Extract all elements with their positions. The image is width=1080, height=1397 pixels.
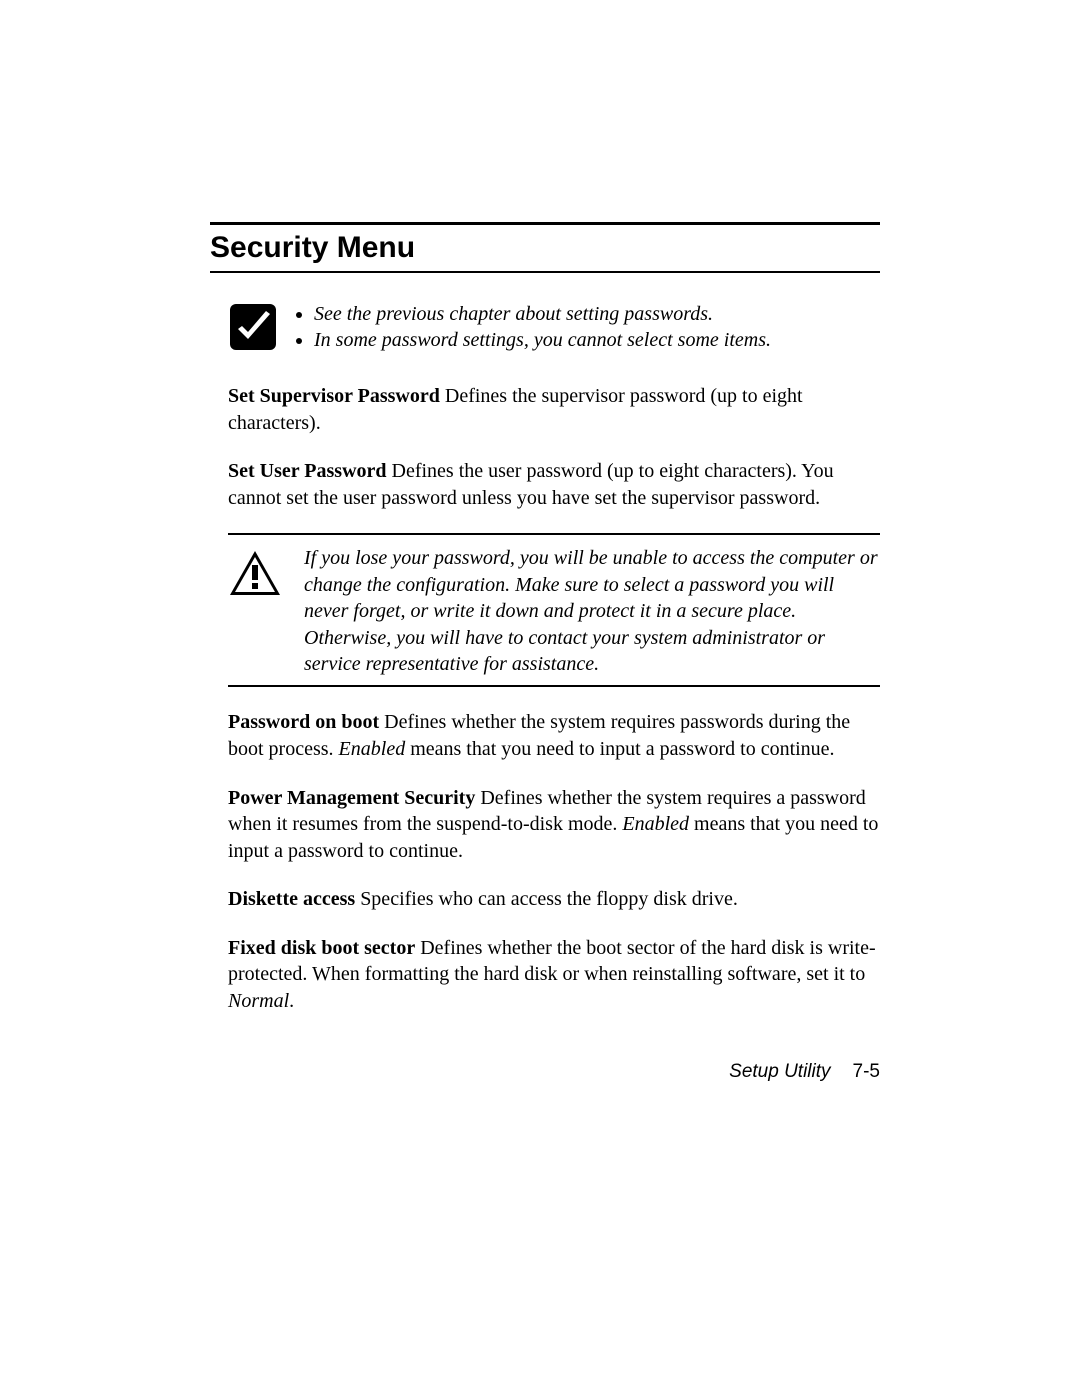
term: Password on boot bbox=[228, 711, 379, 733]
term: Set Supervisor Password bbox=[228, 385, 440, 407]
note-callout: See the previous chapter about setting p… bbox=[230, 301, 880, 353]
heading-bottom-rule bbox=[210, 271, 880, 273]
text: Specifies who can access the floppy disk… bbox=[355, 888, 738, 910]
note-list: See the previous chapter about setting p… bbox=[294, 301, 771, 353]
paragraph-set-supervisor: Set Supervisor Password Defines the supe… bbox=[228, 383, 880, 436]
checkmark-icon bbox=[230, 304, 276, 350]
warning-callout: If you lose your password, you will be u… bbox=[228, 533, 880, 687]
paragraph-power-management: Power Management Security Defines whethe… bbox=[228, 785, 880, 865]
emphasis: Enabled bbox=[339, 738, 406, 760]
title-block: Security Menu bbox=[210, 222, 880, 273]
emphasis: Normal bbox=[228, 990, 289, 1012]
paragraph-diskette-access: Diskette access Specifies who can access… bbox=[228, 886, 880, 913]
heading-top-rule bbox=[210, 222, 880, 225]
warning-row: If you lose your password, you will be u… bbox=[228, 535, 880, 685]
text: . bbox=[289, 990, 294, 1012]
emphasis: Enabled bbox=[622, 813, 689, 835]
footer-label: Setup Utility bbox=[729, 1061, 830, 1082]
note-item: In some password settings, you cannot se… bbox=[314, 327, 771, 353]
page-heading: Security Menu bbox=[210, 231, 880, 265]
note-item: See the previous chapter about setting p… bbox=[314, 301, 771, 327]
paragraph-password-on-boot: Password on boot Defines whether the sys… bbox=[228, 709, 880, 762]
warning-icon bbox=[228, 549, 282, 597]
page-footer: Setup Utility 7-5 bbox=[729, 1061, 880, 1083]
document-page: Security Menu See the previous chapter a… bbox=[0, 0, 1080, 1397]
warning-bottom-rule bbox=[228, 685, 880, 687]
footer-page-number: 7-5 bbox=[853, 1061, 880, 1082]
term: Power Management Security bbox=[228, 787, 475, 809]
warning-text: If you lose your password, you will be u… bbox=[304, 545, 880, 677]
term: Set User Password bbox=[228, 460, 387, 482]
term: Diskette access bbox=[228, 888, 355, 910]
paragraph-fixed-disk: Fixed disk boot sector Defines whether t… bbox=[228, 935, 880, 1015]
paragraph-set-user: Set User Password Defines the user passw… bbox=[228, 458, 880, 511]
term: Fixed disk boot sector bbox=[228, 937, 415, 959]
text: means that you need to input a password … bbox=[405, 738, 834, 760]
